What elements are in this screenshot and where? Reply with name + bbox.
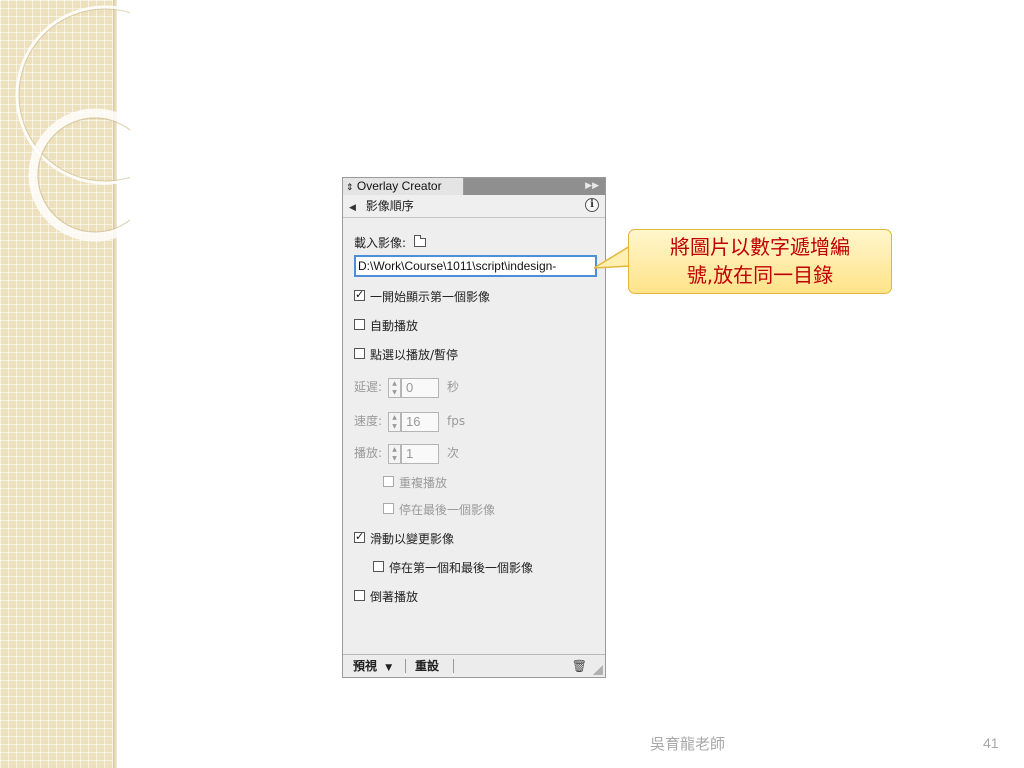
speed-spinner[interactable]: ▲ ▼ <box>388 411 401 432</box>
speed-label: 速度: <box>354 414 383 428</box>
delay-input[interactable]: 0 <box>401 377 439 398</box>
swipe-option[interactable]: 滑動以變更影像 <box>354 531 454 547</box>
back-arrow-icon[interactable]: ◀ <box>349 203 356 213</box>
swipe-label: 滑動以變更影像 <box>370 532 455 546</box>
preview-label: 預視 <box>353 659 378 673</box>
tap-toggle-option[interactable]: 點選以播放/暫停 <box>354 347 458 363</box>
reverse-option[interactable]: 倒著播放 <box>354 589 418 605</box>
show-first-option[interactable]: 一開始顯示第一個影像 <box>354 289 490 305</box>
play-count-spinner[interactable]: ▲ ▼ <box>388 443 401 464</box>
play-count-label: 播放: <box>354 446 383 460</box>
load-images-row: 載入影像: <box>354 235 426 251</box>
repeat-label: 重複播放 <box>399 476 448 490</box>
stop-first-last-checkbox[interactable] <box>373 561 384 572</box>
resize-grip-icon[interactable] <box>593 665 603 675</box>
panel-header: ◀ 影像順序 i <box>343 195 605 218</box>
delay-spinner[interactable]: ▲ ▼ <box>388 377 401 398</box>
info-icon[interactable]: i <box>585 198 599 212</box>
stop-first-last-option[interactable]: 停在第一個和最後一個影像 <box>373 560 533 576</box>
autoplay-option[interactable]: 自動播放 <box>354 318 418 334</box>
decorative-circles <box>15 5 130 242</box>
speed-row: 速度: ▲ ▼ 16 fps <box>354 410 465 432</box>
reverse-checkbox[interactable] <box>354 590 365 601</box>
panel-menu-icon[interactable]: ▶▶ <box>585 178 599 195</box>
panel-tab-label: Overlay Creator <box>356 179 442 193</box>
stop-at-last-label: 停在最後一個影像 <box>399 503 496 517</box>
load-images-label: 載入影像: <box>354 236 407 250</box>
stop-at-last-checkbox[interactable] <box>383 503 394 514</box>
speed-unit: fps <box>447 414 466 428</box>
swipe-checkbox[interactable] <box>354 532 365 543</box>
overlay-creator-panel: ⇕ Overlay Creator ▶▶ ◀ 影像順序 i 載入影像: D:\W… <box>342 177 606 678</box>
tap-toggle-label: 點選以播放/暫停 <box>370 348 459 362</box>
tab-collapse-icon: ⇕ <box>346 182 354 192</box>
callout-line-1: 將圖片以數字遞增編 <box>670 235 850 259</box>
reset-button[interactable]: 重設 <box>415 655 439 677</box>
stop-at-last-option[interactable]: 停在最後一個影像 <box>383 502 495 518</box>
slide-author: 吳育龍老師 <box>650 735 726 753</box>
show-first-label: 一開始顯示第一個影像 <box>370 290 491 304</box>
speed-input[interactable]: 16 <box>401 411 439 432</box>
stop-first-last-label: 停在第一個和最後一個影像 <box>389 561 534 575</box>
play-count-input[interactable]: 1 <box>401 443 439 464</box>
panel-tab-overlay-creator[interactable]: ⇕ Overlay Creator <box>343 178 464 195</box>
reverse-label: 倒著播放 <box>370 590 419 604</box>
footer-divider <box>453 659 454 673</box>
tap-toggle-checkbox[interactable] <box>354 348 365 359</box>
show-first-checkbox[interactable] <box>354 290 365 301</box>
footer-divider <box>405 659 406 673</box>
chevron-down-icon: ▼ <box>385 663 393 673</box>
trash-icon[interactable]: 🗑 <box>572 655 587 677</box>
delay-unit: 秒 <box>447 380 460 394</box>
folder-icon[interactable] <box>413 235 426 247</box>
slide-page-number: 41 <box>983 735 999 751</box>
play-count-row: 播放: ▲ ▼ 1 次 <box>354 442 459 464</box>
callout-note: 將圖片以數字遞增編 號,放在同一目錄 <box>628 229 892 294</box>
preview-button[interactable]: 預視 ▼ <box>353 655 392 679</box>
delay-row: 延遲: ▲ ▼ 0 秒 <box>354 376 459 398</box>
autoplay-checkbox[interactable] <box>354 319 365 330</box>
panel-header-title: 影像順序 <box>365 199 414 213</box>
repeat-checkbox[interactable] <box>383 476 394 487</box>
panel-footer: 預視 ▼ 重設 🗑 <box>343 654 605 677</box>
delay-label: 延遲: <box>354 380 383 394</box>
panel-tab-bar: ⇕ Overlay Creator ▶▶ <box>343 178 605 195</box>
play-count-unit: 次 <box>447 446 460 460</box>
image-path-input[interactable]: D:\Work\Course\1011\script\indesign- <box>354 255 597 277</box>
repeat-option[interactable]: 重複播放 <box>383 475 447 491</box>
callout-line-2: 號,放在同一目錄 <box>686 263 834 287</box>
autoplay-label: 自動播放 <box>370 319 419 333</box>
